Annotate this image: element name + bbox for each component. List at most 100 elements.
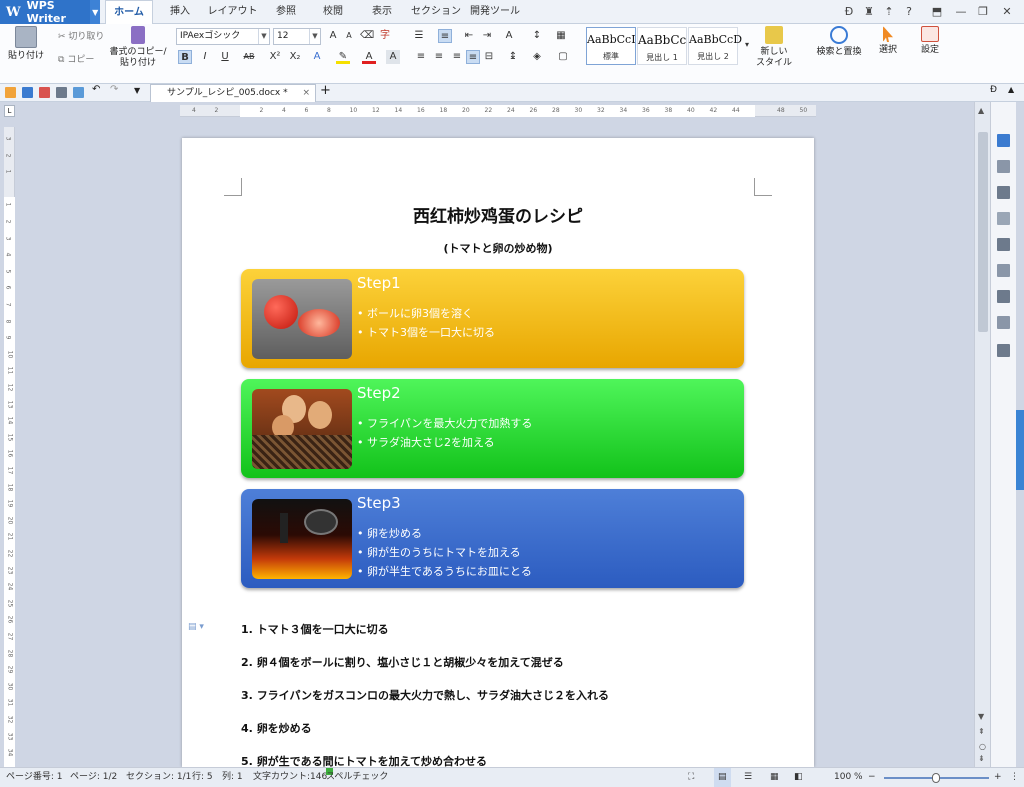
find-replace-button[interactable]: 検索と置換	[810, 26, 868, 58]
italic-button[interactable]: I	[198, 50, 212, 64]
align-right-button[interactable]: ≡	[450, 50, 464, 64]
instruction-3[interactable]: 3. フライパンをガスコンロの最大火力で熱し、サラダ油大さじ２を入れる	[241, 687, 609, 703]
subscript-button[interactable]: X₂	[288, 50, 302, 64]
side-panel-toggle[interactable]	[1016, 410, 1024, 490]
style-heading-1[interactable]: AaBbCc 見出し 1	[637, 27, 687, 65]
tab-layout[interactable]: レイアウト	[205, 0, 260, 24]
vertical-scrollbar[interactable]: ▲ ▼ ⇞ ○ ⇟	[974, 102, 990, 767]
instruction-4[interactable]: 4. 卵を炒める	[241, 720, 312, 736]
format-painter-button[interactable]: 書式のコピー/ 貼り付け	[108, 26, 168, 69]
table-pane-icon[interactable]	[997, 264, 1010, 277]
tab-home[interactable]: ホーム	[105, 0, 153, 25]
navigation-pane-icon[interactable]	[997, 316, 1010, 329]
page-view-icon[interactable]: ▤	[714, 768, 731, 787]
clear-format-button[interactable]: ⌫	[360, 29, 374, 43]
minimize-icon[interactable]: —	[950, 0, 972, 24]
outline-view-icon[interactable]: ☰	[744, 768, 752, 787]
tab-developer[interactable]: 開発ツール	[466, 0, 524, 24]
save-icon[interactable]	[22, 87, 33, 98]
ribbon-collapse-icon[interactable]: ▲	[1008, 85, 1019, 96]
full-screen-icon[interactable]: ⛶	[688, 768, 694, 787]
paste-button[interactable]: 貼り付け	[6, 26, 46, 62]
maximize-icon[interactable]: ❐	[972, 0, 994, 24]
document-tab[interactable]: サンプル_レシピ_005.docx * ×	[150, 84, 316, 102]
select-button[interactable]: 選択	[870, 26, 906, 56]
restore-ribbon-icon[interactable]: ⬒	[926, 0, 948, 24]
browse-object-icon[interactable]: ○	[979, 742, 986, 751]
chevron-down-icon[interactable]: ▼	[90, 0, 100, 24]
line-spacing-button[interactable]: ↨	[506, 50, 520, 64]
shading-button[interactable]: ◈	[530, 50, 544, 64]
zoom-out-icon[interactable]: −	[868, 768, 876, 787]
document-title[interactable]: 西红柿炒鸡蛋のレシピ	[182, 202, 814, 227]
shirt-icon[interactable]: ♜	[858, 0, 880, 24]
shapes-pane-icon[interactable]	[997, 212, 1010, 225]
close-icon[interactable]: ✕	[996, 0, 1018, 24]
new-style-button[interactable]: 新しい スタイル	[752, 26, 796, 69]
justify-button[interactable]: ≡	[466, 50, 480, 64]
settings-button[interactable]: 設定	[912, 26, 948, 56]
sort-button[interactable]: ↕	[530, 29, 544, 43]
bold-button[interactable]: B	[178, 50, 192, 64]
horizontal-ruler[interactable]: 4 2 2 4 6 8 10 12 14 16 18 20 22 24 26 28 30 32 34 36 38 40 42…	[180, 105, 816, 117]
borders-button[interactable]: ▢	[556, 50, 570, 64]
backup-pane-icon[interactable]	[997, 290, 1010, 303]
web-view-icon[interactable]: ▦	[770, 768, 779, 787]
help-icon[interactable]: ?	[898, 0, 920, 24]
superscript-button[interactable]: X²	[268, 50, 282, 64]
zoom-in-icon[interactable]: +	[994, 768, 1002, 787]
tab-review[interactable]: 校閲	[313, 0, 353, 24]
step-card-2[interactable]: Step2 • フライパンを最大火力で加熱する • サラダ油大さじ2を加える	[241, 379, 744, 478]
cloud-icon[interactable]: Ð	[838, 0, 860, 24]
shrink-font-button[interactable]: A	[342, 29, 356, 43]
chevron-down-icon[interactable]: ▼	[134, 86, 145, 97]
status-options-icon[interactable]: ⋮	[1010, 768, 1019, 787]
app-menu-button[interactable]: W WPS Writer ▼	[0, 0, 100, 25]
table-icon[interactable]: ▦	[554, 29, 568, 43]
outline-pane-icon[interactable]	[997, 344, 1010, 357]
increase-indent-button[interactable]: ⇥	[480, 29, 494, 43]
font-name-select[interactable]: IPAexゴシック ▼	[176, 28, 270, 45]
bullet-list-button[interactable]: ☰	[412, 29, 426, 43]
vertical-ruler[interactable]: 3 2 1 1 2 3 4 5 6 7 8 9 10 11 12 13 14 15 16 17 18 19 20 21 22 23…	[4, 127, 15, 767]
cut-button[interactable]: ✂ 切り取り	[58, 29, 104, 42]
eye-protection-icon[interactable]: ◧	[794, 768, 803, 787]
distribute-button[interactable]: ⊟	[482, 50, 496, 64]
step-card-1[interactable]: Step1 • ボールに卵3個を溶く • トマト3個を一口大に切る	[241, 269, 744, 368]
selection-pane-icon[interactable]	[997, 186, 1010, 199]
tab-section[interactable]: セクション	[410, 0, 462, 24]
paragraph-handle-icon[interactable]: ▤ ▾	[188, 622, 204, 632]
ribbon-toggle-icon[interactable]: Ð	[990, 85, 1001, 96]
decrease-indent-button[interactable]: ⇤	[462, 29, 476, 43]
underline-button[interactable]: U	[218, 50, 232, 64]
copy-button[interactable]: ⧉ コピー	[58, 52, 94, 65]
align-center-button[interactable]: ≡	[432, 50, 446, 64]
upload-icon[interactable]: ⇡	[878, 0, 900, 24]
align-left-button[interactable]: ≡	[414, 50, 428, 64]
strikethrough-button[interactable]: AB	[242, 50, 256, 64]
document-subtitle[interactable]: (トマトと卵の炒め物)	[182, 240, 814, 256]
font-size-select[interactable]: 12 ▼	[273, 28, 321, 45]
change-case-button[interactable]: A	[502, 29, 516, 43]
tab-references[interactable]: 参照	[266, 0, 306, 24]
step-card-3[interactable]: Step3 • 卵を炒める • 卵が生のうちにトマトを加える • 卵が半生である…	[241, 489, 744, 588]
style-normal[interactable]: AaBbCcI 標準	[586, 27, 636, 65]
scroll-down-icon[interactable]: ▼	[978, 712, 984, 721]
tab-insert[interactable]: 挿入	[160, 0, 200, 24]
new-tab-icon[interactable]: +	[320, 83, 331, 98]
undo-icon[interactable]: ↶	[92, 84, 103, 95]
scrollbar-thumb[interactable]	[978, 132, 988, 332]
redo-icon[interactable]: ↷	[110, 84, 121, 95]
numbered-list-button[interactable]: ≡	[438, 29, 452, 43]
font-color-button[interactable]: A	[362, 50, 376, 64]
highlight-button[interactable]: ✎	[336, 50, 350, 64]
instruction-2[interactable]: 2. 卵４個をボールに割り、塩小さじ１と胡椒少々を加えて混ぜる	[241, 654, 564, 670]
close-tab-icon[interactable]: ×	[302, 85, 310, 102]
zoom-slider-thumb[interactable]	[932, 773, 940, 783]
grow-font-button[interactable]: A	[326, 29, 340, 43]
print-icon[interactable]	[56, 87, 67, 98]
document-page[interactable]: 西红柿炒鸡蛋のレシピ (トマトと卵の炒め物) Step1 • ボールに卵3個を溶…	[182, 138, 814, 768]
export-pdf-icon[interactable]	[39, 87, 50, 98]
word-count-status[interactable]: 文字カウント:146	[253, 768, 327, 787]
next-page-icon[interactable]: ⇟	[978, 754, 985, 763]
